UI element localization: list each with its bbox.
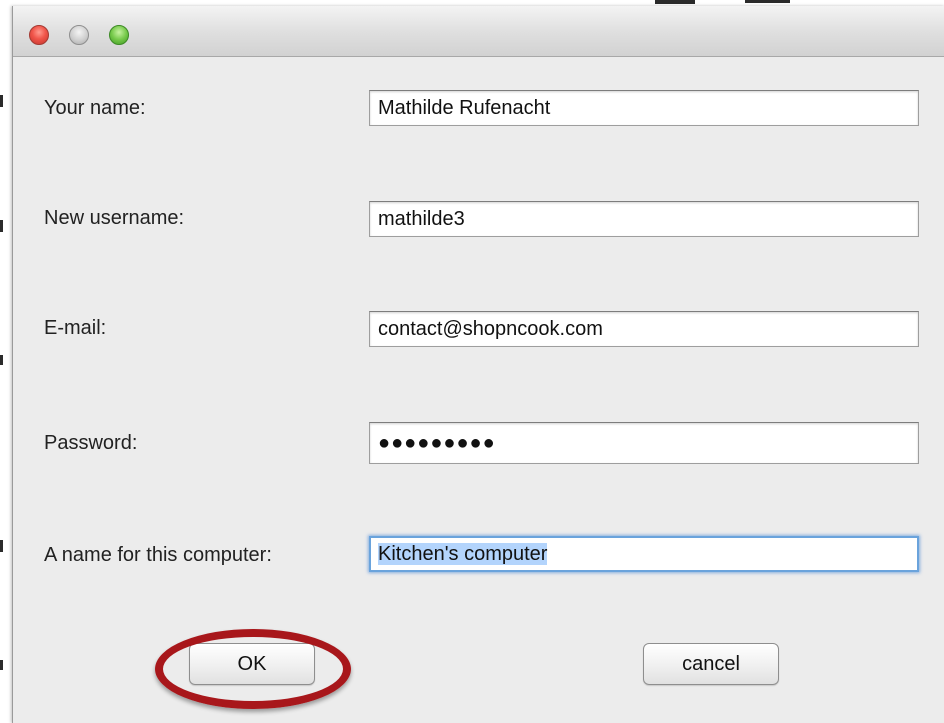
background-artifact xyxy=(745,0,790,3)
background-artifact xyxy=(0,355,3,365)
your-name-field[interactable]: Mathilde Rufenacht xyxy=(369,90,919,126)
new-username-field[interactable]: mathilde3 xyxy=(369,201,919,237)
create-account-dialog: Your name: Mathilde Rufenacht New userna… xyxy=(12,6,944,723)
email-label: E-mail: xyxy=(44,317,107,339)
ok-button[interactable]: OK xyxy=(189,643,315,685)
title-bar[interactable] xyxy=(13,6,944,57)
minimize-button[interactable] xyxy=(69,25,89,45)
your-name-label: Your name: xyxy=(44,97,146,119)
password-field[interactable]: ●●●●●●●●● xyxy=(369,422,919,464)
cancel-button[interactable]: cancel xyxy=(643,643,779,685)
computer-name-selected-text: Kitchen's computer xyxy=(378,543,548,565)
background-artifact xyxy=(0,540,3,552)
password-label: Password: xyxy=(44,432,138,454)
background-artifact xyxy=(0,95,3,107)
background-artifact xyxy=(0,660,3,670)
email-field[interactable]: contact@shopncook.com xyxy=(369,311,919,347)
close-button[interactable] xyxy=(29,25,49,45)
new-username-label: New username: xyxy=(44,207,185,229)
background-artifact xyxy=(655,0,695,4)
zoom-button[interactable] xyxy=(109,25,129,45)
password-dots: ●●●●●●●●● xyxy=(378,432,496,454)
background-artifact xyxy=(0,220,3,232)
computer-name-field[interactable]: Kitchen's computer xyxy=(369,536,919,572)
computer-name-label: A name for this computer: xyxy=(44,544,272,566)
